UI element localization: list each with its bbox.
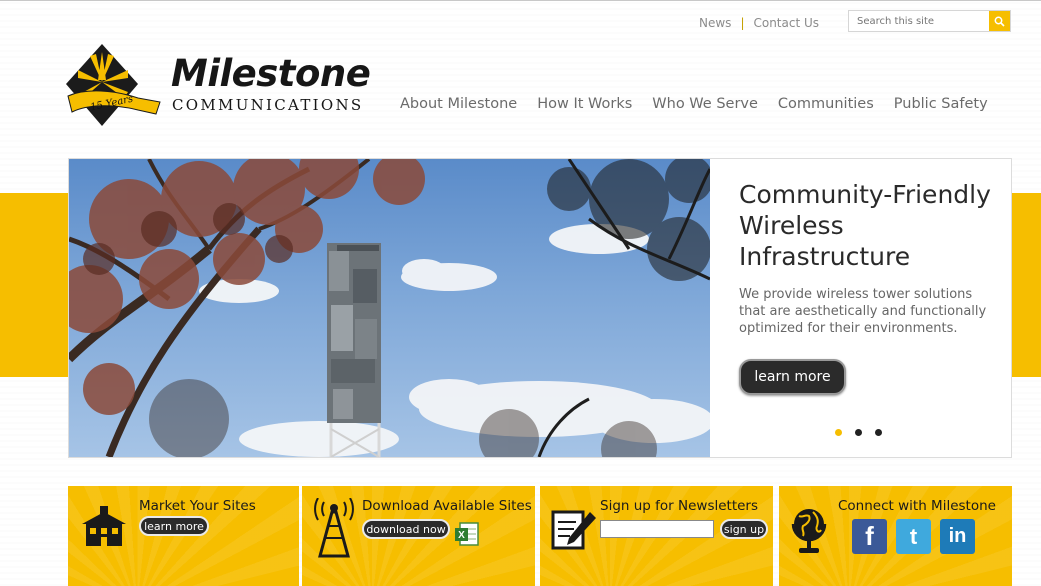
- sign-up-button[interactable]: sign up: [720, 519, 768, 539]
- search-button[interactable]: [989, 11, 1010, 31]
- nav-how-it-works[interactable]: How It Works: [537, 96, 632, 112]
- facebook-icon[interactable]: f: [852, 519, 887, 554]
- main-nav: About Milestone How It Works Who We Serv…: [400, 96, 988, 112]
- nav-public-safety[interactable]: Public Safety: [894, 96, 988, 112]
- download-sites-title: Download Available Sites: [362, 498, 532, 514]
- slider-dot-1[interactable]: [835, 429, 842, 436]
- excel-icon[interactable]: X: [454, 521, 480, 547]
- pen-paper-icon: [551, 510, 596, 550]
- newsletter-title: Sign up for Newsletters: [600, 498, 759, 514]
- logo-wordmark: Milestone: [171, 52, 371, 95]
- slider-dots: [835, 429, 882, 436]
- nav-communities[interactable]: Communities: [778, 96, 874, 112]
- slider-dot-3[interactable]: [875, 429, 882, 436]
- search-box: [848, 10, 1011, 32]
- globe-icon: [791, 509, 827, 553]
- market-learn-more-button[interactable]: learn more: [139, 516, 209, 536]
- contact-link[interactable]: Contact Us: [753, 16, 819, 30]
- twitter-icon[interactable]: t: [896, 519, 931, 554]
- building-icon: [82, 506, 126, 546]
- utility-nav: News | Contact Us: [699, 16, 819, 30]
- search-icon: [994, 16, 1005, 27]
- connect-title: Connect with Milestone: [838, 498, 996, 514]
- utility-separator: |: [740, 16, 745, 30]
- top-border: [0, 0, 1041, 1]
- tower-icon: [314, 498, 354, 558]
- search-input[interactable]: [849, 11, 990, 31]
- nav-who-we-serve[interactable]: Who We Serve: [652, 96, 758, 112]
- market-sites-box: Market Your Sites learn more: [68, 486, 299, 586]
- nav-about-milestone[interactable]: About Milestone: [400, 96, 517, 112]
- logo-subtitle: COMMUNICATIONS: [172, 96, 364, 114]
- newsletter-email-input[interactable]: [600, 520, 714, 538]
- slider-dot-2[interactable]: [855, 429, 862, 436]
- hero-image: [69, 159, 710, 457]
- site-logo[interactable]: 15 Years Milestone COMMUNICATIONS: [66, 40, 371, 130]
- hero-body: We provide wireless tower solutions that…: [739, 287, 987, 336]
- linkedin-icon[interactable]: in: [940, 519, 975, 554]
- news-link[interactable]: News: [699, 16, 731, 30]
- download-sites-box: Download Available Sites download now X: [302, 486, 535, 586]
- hero-learn-more-button[interactable]: learn more: [739, 359, 846, 395]
- hero-title: Community-Friendly Wireless Infrastructu…: [739, 180, 991, 271]
- svg-text:X: X: [458, 530, 465, 541]
- hero-text: Community-Friendly Wireless Infrastructu…: [739, 179, 994, 337]
- logo-mark-icon: [66, 44, 161, 126]
- newsletter-box: Sign up for Newsletters sign up: [540, 486, 773, 586]
- connect-box: Connect with Milestone f t in: [779, 486, 1012, 586]
- market-sites-title: Market Your Sites: [139, 498, 256, 514]
- download-now-button[interactable]: download now: [362, 519, 450, 539]
- hero-slider: Community-Friendly Wireless Infrastructu…: [68, 158, 1012, 458]
